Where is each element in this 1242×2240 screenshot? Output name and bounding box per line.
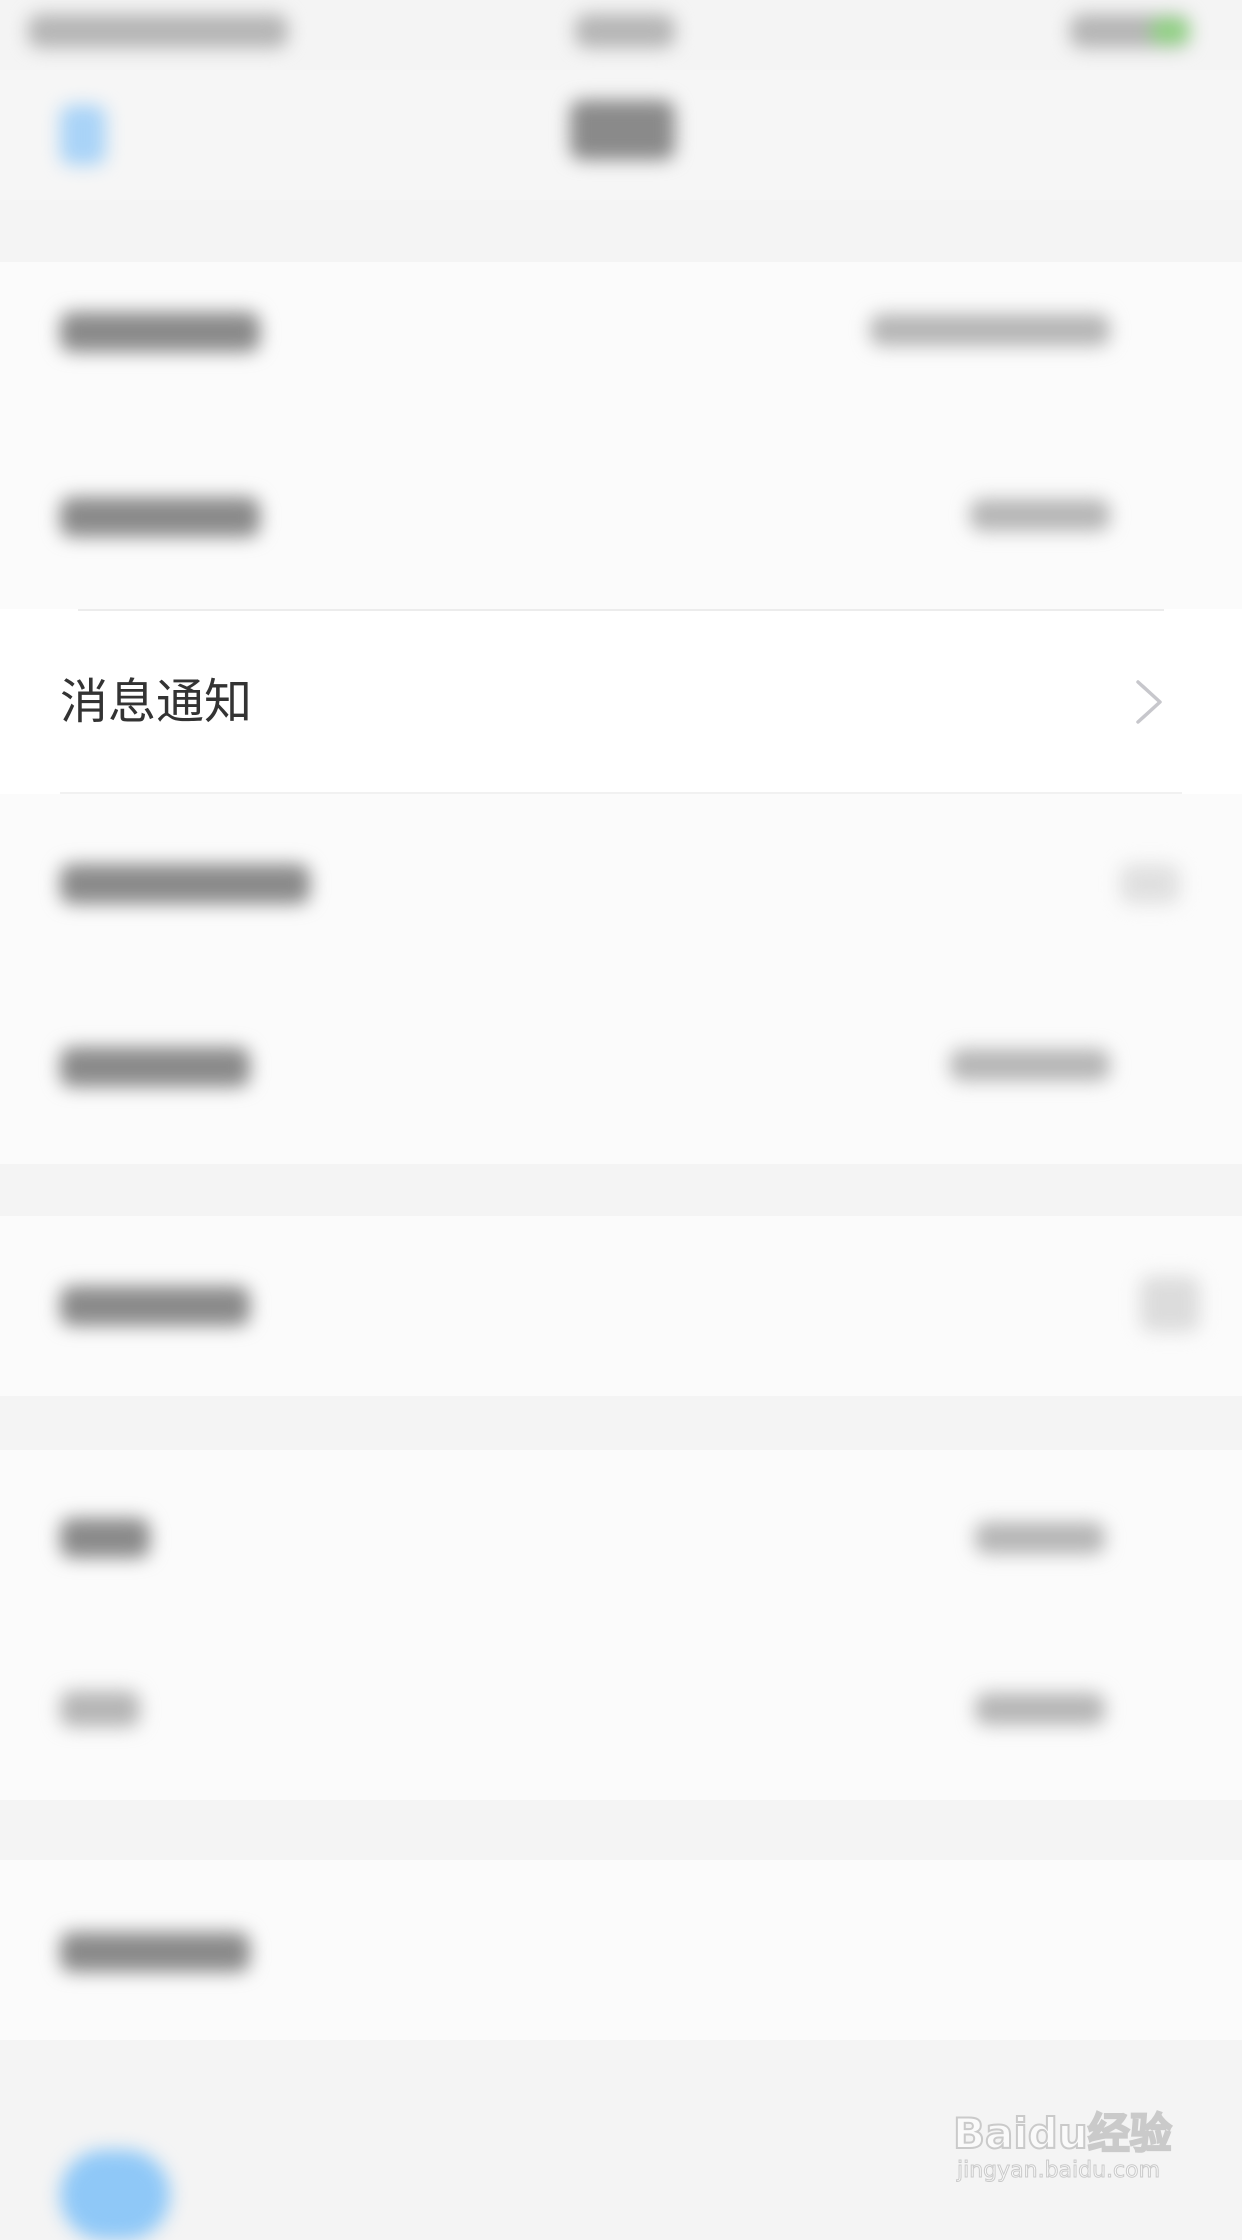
bottom-button[interactable] xyxy=(60,2150,170,2240)
watermark-url: jingyan.baidu.com xyxy=(956,2158,1161,2184)
chevron-right-icon xyxy=(1136,680,1162,724)
settings-group-1 xyxy=(0,262,1242,609)
row-value xyxy=(975,1522,1105,1554)
message-notification-row[interactable]: 消息通知 xyxy=(0,609,1242,794)
battery-level xyxy=(1150,18,1190,44)
settings-group-2 xyxy=(0,1216,1242,1396)
toggle-switch[interactable] xyxy=(1140,1276,1200,1332)
settings-row[interactable] xyxy=(0,1450,1242,1625)
row-value xyxy=(975,1693,1105,1725)
baidu-watermark: Baidu经验 jingyan.baidu.com xyxy=(945,2070,1185,2190)
watermark-logo: Baidu经验 xyxy=(952,2108,1173,2159)
settings-row[interactable] xyxy=(0,1860,1242,2040)
row-label xyxy=(60,1286,250,1326)
settings-row[interactable] xyxy=(0,262,1242,447)
row-value xyxy=(970,499,1110,531)
settings-row[interactable] xyxy=(0,447,1242,609)
message-notification-label: 消息通知 xyxy=(60,674,253,730)
settings-row[interactable] xyxy=(0,979,1242,1164)
settings-group-4 xyxy=(0,1860,1242,2040)
settings-group-1-continued xyxy=(0,794,1242,1164)
status-bar xyxy=(0,0,1242,70)
row-label xyxy=(60,864,310,904)
back-icon[interactable] xyxy=(60,105,106,165)
row-label xyxy=(60,497,260,537)
settings-row[interactable] xyxy=(0,794,1242,979)
row-value xyxy=(870,314,1110,346)
toggle-switch[interactable] xyxy=(1120,864,1180,904)
row-label xyxy=(60,1691,140,1727)
nav-bar xyxy=(0,70,1242,200)
settings-row[interactable] xyxy=(0,1216,1242,1396)
settings-row[interactable] xyxy=(0,1625,1242,1800)
divider xyxy=(78,609,1164,611)
row-value xyxy=(950,1049,1110,1081)
row-label xyxy=(60,1932,250,1972)
status-time xyxy=(575,14,675,48)
row-label xyxy=(60,1518,150,1558)
carrier-signal xyxy=(28,14,288,48)
row-label xyxy=(60,1047,250,1087)
row-label xyxy=(60,312,260,352)
settings-group-3 xyxy=(0,1450,1242,1800)
nav-title xyxy=(570,100,675,160)
